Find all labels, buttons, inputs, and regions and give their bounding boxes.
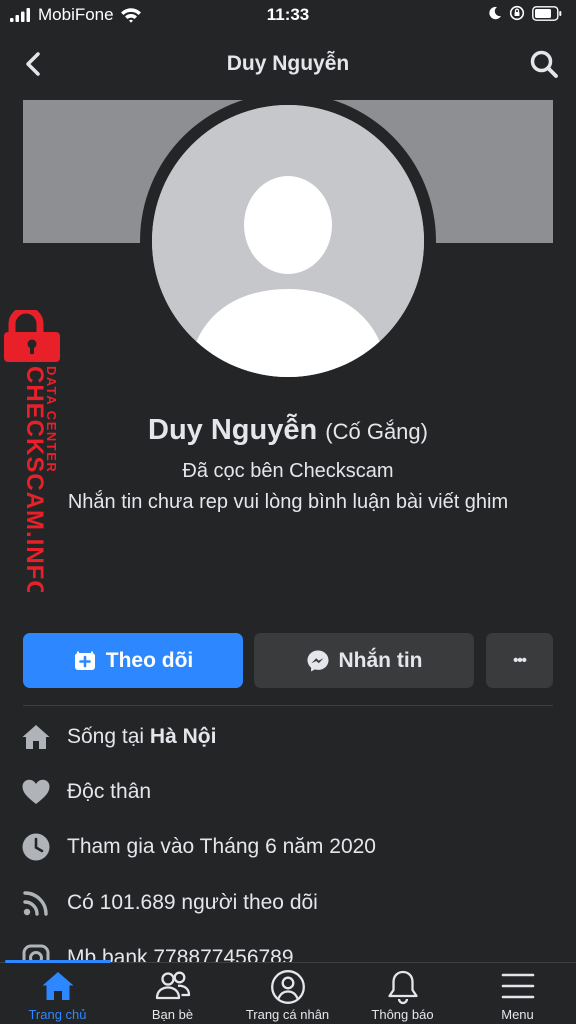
menu-icon	[460, 969, 575, 1005]
home-icon	[20, 721, 52, 753]
profile-name-main: Duy Nguyễn	[148, 414, 318, 446]
search-icon	[530, 50, 558, 78]
info-row-location: Sống tại Hà Nội	[0, 717, 576, 757]
tab-bar: Trang chủ Bạn bè Trang cá nhân Thông báo…	[0, 960, 576, 1024]
info-row-relationship: Độc thân	[0, 772, 576, 812]
location-text: Sống tại Hà Nội	[67, 725, 216, 749]
default-avatar-icon	[152, 105, 424, 377]
joined-text: Tham gia vào Tháng 6 năm 2020	[67, 835, 376, 858]
nav-bar: Duy Nguyễn	[0, 30, 576, 100]
info-row-joined: Tham gia vào Tháng 6 năm 2020	[0, 827, 576, 867]
profile-name: Duy Nguyễn (Cố Gắng)	[0, 414, 576, 447]
profile-icon	[230, 969, 345, 1005]
tab-friends[interactable]: Bạn bè	[115, 963, 230, 1024]
tab-profile[interactable]: Trang cá nhân	[230, 963, 345, 1024]
relationship-text: Độc thân	[67, 780, 152, 803]
message-label: Nhắn tin	[338, 648, 423, 672]
profile-avatar[interactable]	[152, 105, 424, 377]
bell-icon	[345, 969, 460, 1005]
message-button[interactable]: Nhắn tin	[254, 633, 474, 688]
clock-icon	[20, 831, 52, 863]
follow-button[interactable]: Theo dõi	[23, 633, 243, 688]
tab-menu[interactable]: Menu	[460, 963, 575, 1024]
tab-profile-label: Trang cá nhân	[245, 1007, 330, 1022]
bio-line-2: Nhắn tin chưa rep vui lòng bình luận bài…	[67, 491, 509, 513]
search-button[interactable]	[528, 48, 560, 80]
more-icon: •••	[513, 652, 527, 669]
tab-menu-label: Menu	[501, 1007, 534, 1022]
profile-alt-name: (Cố Gắng)	[325, 419, 428, 444]
tab-home-label: Trang chủ	[28, 1007, 87, 1022]
padlock-icon	[4, 310, 60, 362]
tab-home[interactable]: Trang chủ	[0, 963, 115, 1024]
moon-icon	[489, 6, 501, 20]
rss-icon	[20, 887, 52, 919]
location-city[interactable]: Hà Nội	[150, 725, 217, 748]
heart-icon	[20, 776, 52, 808]
tab-notifications-label: Thông báo	[371, 1007, 434, 1022]
status-right	[488, 5, 562, 21]
tab-notifications[interactable]: Thông báo	[345, 963, 460, 1024]
info-row-followers: Có 101.689 người theo dõi	[0, 883, 576, 923]
divider	[23, 705, 553, 706]
follow-label: Theo dõi	[105, 648, 194, 672]
followers-text: Có 101.689 người theo dõi	[67, 891, 318, 914]
follow-icon	[74, 651, 95, 670]
orientation-lock-icon	[509, 5, 525, 21]
messenger-icon	[307, 650, 328, 671]
battery-icon	[532, 5, 562, 21]
status-bar: MobiFone 11:33	[0, 0, 576, 30]
more-button[interactable]: •••	[486, 633, 553, 688]
tab-friends-label: Bạn bè	[151, 1007, 194, 1022]
watermark: CHECKSCAM.INFO DATA CENTER	[0, 310, 64, 592]
friends-icon	[115, 969, 230, 1005]
page-title: Duy Nguyễn	[226, 52, 350, 75]
home-icon	[0, 969, 115, 1005]
bio-line-1: Đã cọc bên Checkscam	[182, 460, 394, 482]
location-prefix: Sống tại	[67, 725, 150, 748]
